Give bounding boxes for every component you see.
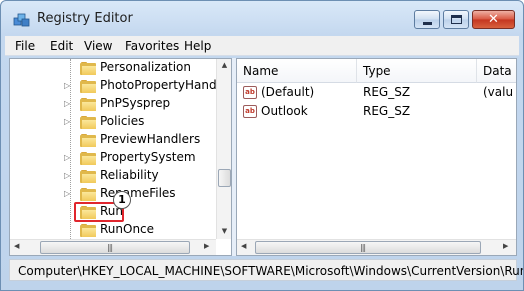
value-type: REG_SZ [363, 104, 411, 118]
menu-edit[interactable]: Edit [50, 39, 73, 53]
reg-sz-value-icon: ab [243, 105, 257, 118]
tree-item-photopropertyhandle[interactable]: ▷ PhotoPropertyHandle [10, 77, 227, 95]
menu-bar: File Edit View Favorites Help [5, 36, 519, 56]
folder-icon [80, 98, 96, 111]
close-button[interactable]: ✕ [472, 10, 515, 29]
tree-item-label: Personalization [100, 60, 191, 74]
scrollbar-thumb[interactable]: ||| [40, 241, 190, 254]
column-header-type[interactable]: Type [357, 59, 477, 83]
maximize-icon [451, 15, 462, 24]
value-row-outlook[interactable]: ab Outlook REG_SZ [237, 102, 516, 121]
column-header-name[interactable]: Name [237, 59, 357, 83]
registry-editor-icon [13, 13, 30, 27]
expand-arrow-icon[interactable]: ▷ [64, 153, 70, 162]
tree-item-label: Reliability [100, 168, 159, 182]
tree-item-label: RunOnce [100, 222, 155, 236]
scroll-down-arrow-icon[interactable]: ▼ [217, 227, 231, 235]
folder-icon [80, 152, 96, 165]
scroll-right-arrow-icon[interactable]: ▶ [503, 242, 508, 250]
scrollbar-thumb[interactable] [218, 169, 231, 187]
value-name: (Default) [261, 85, 315, 99]
minimize-button[interactable] [414, 10, 440, 29]
tree-item-label: PropertySystem [100, 150, 196, 164]
grip-icon: ||| [360, 243, 366, 252]
grip-icon: ||| [107, 243, 113, 252]
value-data: (valu [483, 85, 514, 99]
tree-horizontal-scrollbar[interactable]: ◀ ||| ▶ [10, 239, 216, 255]
folder-icon [80, 116, 96, 129]
window-title: Registry Editor [37, 11, 133, 26]
tree-item-runonce[interactable]: RunOnce [10, 221, 214, 239]
scroll-left-arrow-icon[interactable]: ◀ [241, 242, 246, 250]
expand-arrow-icon[interactable]: ▷ [64, 189, 70, 198]
value-row-default[interactable]: ab (Default) REG_SZ (valu [237, 83, 516, 102]
expand-arrow-icon[interactable]: ▷ [64, 81, 70, 90]
scroll-left-arrow-icon[interactable]: ◀ [14, 242, 19, 250]
tree-item-label: PreviewHandlers [100, 132, 201, 146]
tree-item-label: PnPSysprep [100, 96, 171, 110]
menu-help[interactable]: Help [184, 39, 211, 53]
folder-icon [80, 170, 96, 183]
close-icon: ✕ [488, 12, 499, 27]
tree-item-pnpsysprep[interactable]: ▷ PnPSysprep [10, 95, 214, 113]
tree-item-previewhandlers[interactable]: PreviewHandlers [10, 131, 214, 149]
scrollbar-thumb[interactable]: ||| [255, 241, 481, 254]
value-name: Outlook [261, 104, 308, 118]
reg-sz-value-icon: ab [243, 86, 257, 99]
folder-icon [80, 80, 96, 93]
column-header-data[interactable]: Data [477, 59, 516, 83]
minimize-icon [423, 22, 432, 25]
tree-item-label: RenameFiles [100, 186, 176, 200]
folder-icon [80, 188, 96, 201]
folder-icon [80, 134, 96, 147]
tree-item-renamefiles[interactable]: ▷ RenameFiles [10, 185, 214, 203]
folder-icon [80, 62, 96, 75]
tree-item-label: PhotoPropertyHandle [100, 78, 228, 92]
expand-arrow-icon[interactable]: ▷ [64, 117, 70, 126]
tree-item-reliability[interactable]: ▷ Reliability [10, 167, 214, 185]
values-horizontal-scrollbar[interactable]: ◀ ||| ▶ [237, 239, 516, 255]
tree-item-personalization[interactable]: Personalization [10, 59, 214, 77]
folder-icon [80, 224, 96, 237]
expand-arrow-icon[interactable]: ▷ [64, 99, 70, 108]
value-type: REG_SZ [363, 85, 411, 99]
registry-path: Computer\HKEY_LOCAL_MACHINE\SOFTWARE\Mic… [18, 264, 524, 278]
status-bar: Computer\HKEY_LOCAL_MACHINE\SOFTWARE\Mic… [9, 259, 523, 281]
menu-favorites[interactable]: Favorites [125, 39, 179, 53]
registry-values-pane[interactable]: Name Type Data ab (Default) REG_SZ (valu… [236, 58, 517, 256]
menu-view[interactable]: View [84, 39, 112, 53]
expand-arrow-icon[interactable]: ▷ [64, 171, 70, 180]
title-bar[interactable]: Registry Editor ✕ [1, 1, 523, 35]
scroll-up-arrow-icon[interactable]: ▲ [217, 61, 231, 69]
tree-vertical-scrollbar[interactable]: ▲ ▼ [216, 59, 231, 239]
tree-item-label: Policies [100, 114, 145, 128]
scroll-right-arrow-icon[interactable]: ▶ [204, 242, 209, 250]
menu-file[interactable]: File [15, 39, 35, 53]
tree-item-policies[interactable]: ▷ Policies [10, 113, 214, 131]
maximize-button[interactable] [443, 10, 469, 29]
registry-tree-pane[interactable]: Personalization ▷ PhotoPropertyHandle ▷ … [9, 58, 232, 256]
tree-item-propertysystem[interactable]: ▷ PropertySystem [10, 149, 214, 167]
registry-editor-window: Registry Editor ✕ File Edit View Favorit… [0, 0, 524, 291]
step-number-badge: 1 [113, 191, 131, 209]
